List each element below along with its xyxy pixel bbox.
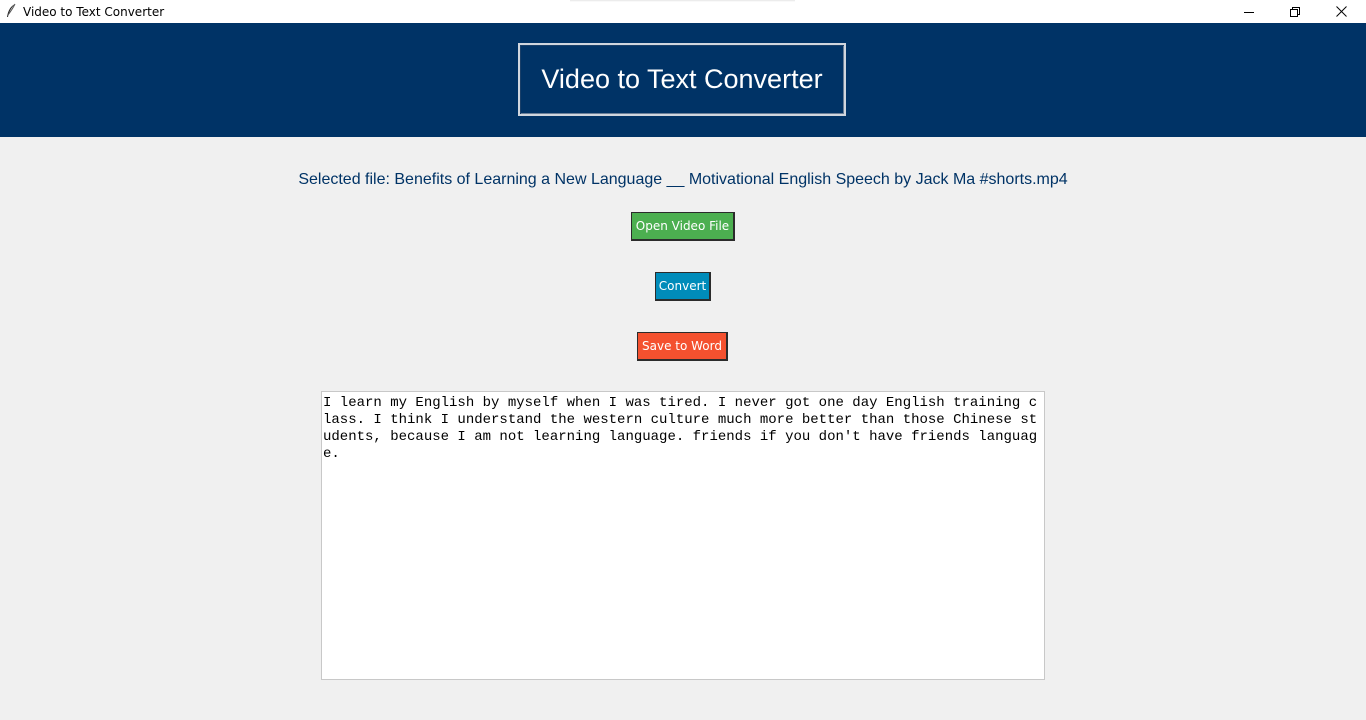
close-icon xyxy=(1335,6,1347,17)
minimize-button[interactable] xyxy=(1226,0,1272,23)
window-title: Video to Text Converter xyxy=(23,5,165,19)
header-title: Video to Text Converter xyxy=(541,64,823,94)
titlebar-shadow xyxy=(570,0,795,2)
save-to-word-button[interactable]: Save to Word xyxy=(637,332,728,361)
transcript-textarea[interactable]: I learn my English by myself when I was … xyxy=(321,391,1045,680)
maximize-icon xyxy=(1290,6,1300,17)
close-button[interactable] xyxy=(1318,0,1364,23)
maximize-button[interactable] xyxy=(1272,0,1318,23)
selected-file-label: Selected file: Benefits of Learning a Ne… xyxy=(298,171,1068,188)
feather-icon xyxy=(5,3,17,19)
convert-button[interactable]: Convert xyxy=(655,272,711,301)
minimize-icon xyxy=(1244,7,1254,17)
header-title-box: Video to Text Converter xyxy=(518,43,846,116)
window-titlebar: Video to Text Converter xyxy=(0,0,1366,23)
app-header: Video to Text Converter xyxy=(0,23,1366,137)
open-video-file-button[interactable]: Open Video File xyxy=(631,212,735,241)
